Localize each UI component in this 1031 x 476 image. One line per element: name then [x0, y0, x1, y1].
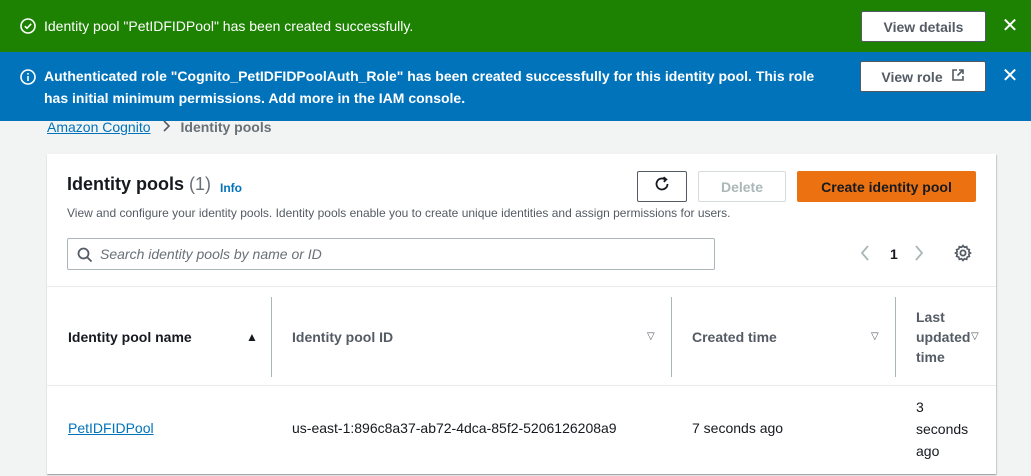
refresh-icon [653, 175, 671, 198]
create-identity-pool-button[interactable]: Create identity pool [797, 171, 976, 202]
previous-page-icon[interactable] [859, 244, 871, 267]
close-icon[interactable]: ✕ [1000, 66, 1020, 86]
search-box [67, 238, 715, 270]
table-row: PetIDFIDPool us-east-1:896c8a37-ab72-4dc… [47, 386, 996, 476]
delete-button[interactable]: Delete [698, 171, 786, 202]
close-icon[interactable]: ✕ [1000, 16, 1020, 36]
page-title: Identity pools (1) [67, 174, 211, 195]
created-time-cell: 7 seconds ago [692, 420, 784, 436]
pool-id-cell: us-east-1:896c8a37-ab72-4dca-85f2-520612… [292, 420, 617, 436]
column-label: Last updated time [916, 309, 971, 365]
pool-count: (1) [189, 174, 212, 194]
column-header-created[interactable]: Created time [692, 287, 777, 387]
view-details-button[interactable]: View details [861, 11, 986, 42]
create-label: Create identity pool [821, 178, 952, 195]
column-divider[interactable] [271, 297, 272, 377]
next-page-icon[interactable] [913, 244, 925, 267]
sort-ascending-icon[interactable]: ▲ [246, 330, 258, 344]
column-divider[interactable] [671, 297, 672, 377]
column-divider[interactable] [895, 297, 896, 377]
column-header-updated[interactable]: Last updated time [916, 287, 971, 387]
sort-icon[interactable]: ▽ [647, 331, 655, 342]
breadcrumb-identity-pools: Identity pools [180, 119, 272, 135]
view-role-label: View role [881, 68, 943, 85]
sort-icon[interactable]: ▽ [871, 331, 879, 342]
sort-icon[interactable]: ▽ [971, 331, 979, 342]
delete-label: Delete [720, 178, 764, 195]
updated-time-cell: 3 seconds ago [916, 399, 969, 459]
info-flashbar: Authenticated role "Cognito_PetIDFIDPool… [0, 52, 1031, 121]
view-details-label: View details [883, 18, 964, 35]
external-link-icon [951, 68, 965, 85]
gear-icon[interactable] [954, 244, 972, 267]
column-label: Identity pool name [68, 329, 192, 345]
success-message: Identity pool "PetIDFIDPool" has been cr… [44, 18, 414, 34]
column-header-id[interactable]: Identity pool ID [292, 287, 393, 387]
refresh-button[interactable] [637, 171, 687, 202]
column-header-name[interactable]: Identity pool name [68, 287, 192, 387]
view-role-button[interactable]: View role [860, 61, 986, 92]
breadcrumb: Amazon Cognito Identity pools [47, 119, 272, 135]
info-message: Authenticated role "Cognito_PetIDFIDPool… [44, 68, 815, 106]
info-link[interactable]: Info [220, 181, 242, 195]
column-label: Identity pool ID [292, 329, 394, 345]
info-icon [20, 69, 36, 85]
current-page-number[interactable]: 1 [890, 246, 898, 262]
breadcrumb-amazon-cognito[interactable]: Amazon Cognito [47, 119, 151, 135]
success-check-icon [20, 18, 36, 34]
pool-name-link[interactable]: PetIDFIDPool [68, 420, 154, 436]
table-header: Identity pool name ▲ Identity pool ID ▽ … [47, 286, 996, 386]
panel-description: View and configure your identity pools. … [67, 206, 731, 220]
title-text: Identity pools [67, 174, 184, 194]
chevron-right-icon [161, 119, 171, 135]
search-icon [77, 247, 93, 268]
search-input[interactable] [100, 243, 700, 265]
column-label: Created time [692, 329, 777, 345]
success-flashbar: Identity pool "PetIDFIDPool" has been cr… [0, 0, 1031, 52]
identity-pools-panel: Identity pools (1) Info View and configu… [47, 154, 996, 474]
